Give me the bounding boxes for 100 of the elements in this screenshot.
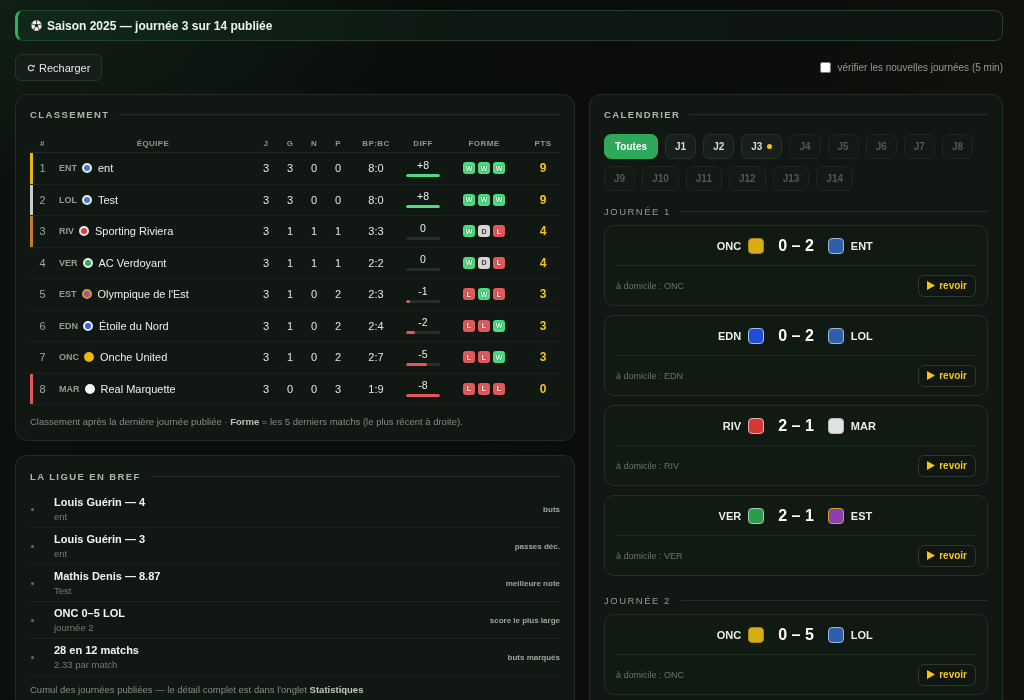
goals-cell-text: 8:0 bbox=[367, 193, 385, 206]
play-icon bbox=[927, 371, 936, 380]
stat-cell-text: 3 bbox=[285, 193, 295, 206]
team-code: MAR bbox=[850, 419, 876, 432]
venue-label: à domicile : ONC bbox=[616, 280, 685, 291]
team-code: LOL bbox=[850, 628, 873, 641]
leader-value: Louis Guérin — 4 bbox=[54, 496, 146, 509]
auto-refresh-checkbox[interactable] bbox=[820, 62, 832, 73]
team-name: Real Marquette bbox=[100, 382, 176, 395]
round-filter-tab[interactable]: J1 bbox=[665, 134, 697, 159]
team-name: Olympique de l'Est bbox=[97, 288, 189, 301]
play-icon bbox=[927, 670, 936, 679]
play-icon bbox=[927, 551, 936, 560]
bullet-icon bbox=[31, 618, 34, 622]
goals-cell-text: 3:3 bbox=[367, 225, 385, 238]
soccer-ball-icon bbox=[31, 20, 42, 31]
rank-cell-text: 5 bbox=[38, 288, 47, 301]
points-cell-text: 3 bbox=[538, 287, 548, 302]
team-code: RIV bbox=[722, 419, 742, 432]
stat-label: buts bbox=[543, 504, 560, 514]
replay-button[interactable]: revoir bbox=[918, 454, 976, 477]
stat-cell-text: 3 bbox=[333, 382, 343, 395]
team-code: RIV bbox=[59, 226, 74, 237]
venue-label: à domicile : RIV bbox=[616, 460, 680, 471]
team-name: Onche United bbox=[100, 351, 168, 364]
leader-detail: 2.33 par match bbox=[54, 659, 118, 670]
stat-cell-text: 0 bbox=[309, 351, 319, 364]
leader-value: Louis Guérin — 3 bbox=[54, 533, 146, 546]
stat-cell-text: 1 bbox=[285, 288, 295, 301]
stat-label: score le plus large bbox=[489, 615, 560, 625]
column-header: BP:BC bbox=[361, 138, 391, 148]
replay-button[interactable]: revoir bbox=[918, 364, 976, 387]
match-score: 2 – 1 bbox=[777, 506, 815, 525]
points-cell-text: 4 bbox=[538, 255, 548, 270]
goals-cell-text: 1:9 bbox=[367, 382, 385, 395]
team-code: ENT bbox=[850, 239, 873, 252]
stat-cell-text: 3 bbox=[261, 351, 271, 364]
stat-cell-text: 1 bbox=[285, 319, 295, 332]
stat-cell-text: 1 bbox=[309, 256, 319, 269]
goals-cell-text: 2:3 bbox=[367, 288, 385, 301]
banner-title: Saison 2025 — journée 3 sur 14 publiée bbox=[47, 18, 273, 33]
goals-cell-text: 2:7 bbox=[367, 351, 385, 364]
rank-cell-text: 3 bbox=[38, 225, 47, 238]
goal-difference: 0 bbox=[420, 254, 426, 266]
venue-label: à domicile : ONC bbox=[616, 669, 685, 680]
team-code: ONC bbox=[59, 352, 79, 363]
points-cell-text: 9 bbox=[538, 161, 548, 176]
stat-cell-text: 3 bbox=[261, 193, 271, 206]
stat-cell-text: 1 bbox=[333, 225, 343, 238]
stat-cell-text: 0 bbox=[333, 193, 343, 206]
rank-cell-text: 2 bbox=[38, 193, 47, 206]
points-cell-text: 3 bbox=[538, 350, 548, 365]
team-code: VER bbox=[718, 509, 742, 522]
column-header: ÉQUIPE bbox=[135, 138, 171, 148]
column-header: P bbox=[334, 138, 342, 148]
stat-cell-text: 3 bbox=[261, 162, 271, 175]
leader-value: 28 en 12 matchs bbox=[54, 644, 139, 657]
stat-cell-text: 1 bbox=[285, 351, 295, 364]
column-header: FORME bbox=[467, 138, 501, 148]
round-title: JOURNÉE 1 bbox=[604, 205, 671, 217]
team-code: MAR bbox=[59, 383, 80, 394]
goal-difference: +8 bbox=[417, 191, 429, 203]
panel-title: LA LIGUE EN BREF bbox=[30, 470, 141, 482]
goal-difference: -8 bbox=[418, 380, 428, 392]
stat-cell-text: 2 bbox=[333, 319, 343, 332]
stat-cell-text: 2 bbox=[333, 351, 343, 364]
round-filter-tab[interactable]: Toutes bbox=[604, 134, 659, 159]
team-code: EST bbox=[59, 289, 77, 300]
round-filter-tab[interactable]: J2 bbox=[703, 134, 735, 159]
stat-cell-text: 0 bbox=[333, 162, 343, 175]
rank-cell-text: 7 bbox=[38, 351, 47, 364]
leader-detail: ent bbox=[54, 548, 68, 559]
rank-cell-text: 8 bbox=[38, 382, 47, 395]
team-code: EST bbox=[850, 509, 873, 522]
team-code: EDN bbox=[59, 320, 78, 331]
play-icon bbox=[927, 281, 936, 290]
stat-cell-text: 0 bbox=[309, 193, 319, 206]
team-name: ent bbox=[98, 162, 114, 175]
stat-cell-text: 0 bbox=[309, 162, 319, 175]
round-filter-tab[interactable]: J3 bbox=[741, 134, 783, 159]
replay-button[interactable]: revoir bbox=[918, 663, 976, 686]
stat-cell-text: 3 bbox=[285, 162, 295, 175]
leader-detail: Test bbox=[54, 585, 72, 596]
stat-cell-text: 1 bbox=[285, 256, 295, 269]
reload-button[interactable]: Recharger bbox=[15, 54, 103, 81]
team-code: ONC bbox=[716, 628, 742, 641]
match-score: 0 – 5 bbox=[777, 625, 815, 644]
match-score: 0 – 2 bbox=[777, 326, 815, 345]
stat-cell-text: 3 bbox=[261, 382, 271, 395]
replay-button[interactable]: revoir bbox=[918, 274, 976, 297]
replay-button[interactable]: revoir bbox=[918, 544, 976, 567]
bullet-icon bbox=[31, 655, 34, 659]
goal-difference: +8 bbox=[417, 159, 429, 171]
standings-note: Classement après la dernière journée publiée · Forme = les 5 derniers matchs (le plus récent à droite). bbox=[30, 416, 464, 428]
bullet-icon bbox=[31, 581, 34, 585]
stat-cell-text: 3 bbox=[261, 225, 271, 238]
team-code: EDN bbox=[717, 329, 742, 342]
team-name: AC Verdoyant bbox=[98, 256, 167, 269]
stat-cell-text: 3 bbox=[261, 319, 271, 332]
team-name: Étoile du Nord bbox=[99, 319, 169, 332]
